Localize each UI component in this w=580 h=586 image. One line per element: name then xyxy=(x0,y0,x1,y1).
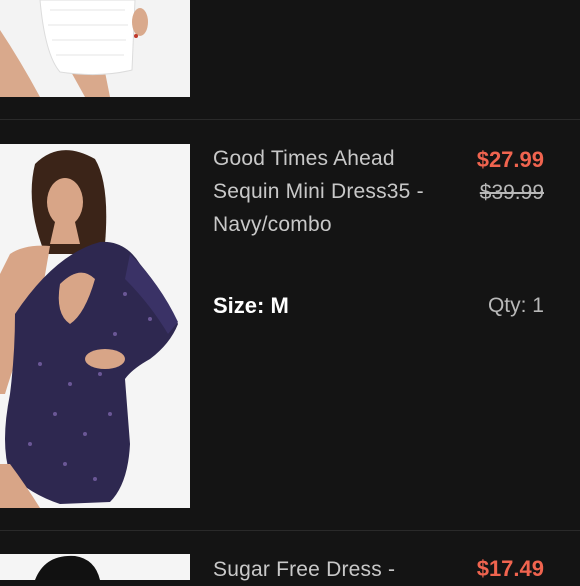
quantity-label[interactable]: Qty: 1 xyxy=(488,294,544,318)
sale-price: $17.49 xyxy=(476,556,544,581)
product-title[interactable]: Sugar Free Dress - xyxy=(213,553,453,586)
dress-photo xyxy=(0,554,190,580)
original-price: $39.99 xyxy=(479,181,544,204)
item-divider xyxy=(0,530,580,531)
product-title[interactable]: Good Times Ahead Sequin Mini Dress35 - N… xyxy=(213,142,453,241)
size-label: Size: M xyxy=(213,293,289,318)
product-image[interactable] xyxy=(0,554,190,580)
product-image[interactable] xyxy=(0,0,190,97)
sequin-dress-photo xyxy=(0,144,190,508)
item-divider xyxy=(0,119,580,120)
sale-price: $27.99 xyxy=(476,147,544,172)
white-dress-photo xyxy=(0,0,190,97)
product-image[interactable] xyxy=(0,144,190,508)
